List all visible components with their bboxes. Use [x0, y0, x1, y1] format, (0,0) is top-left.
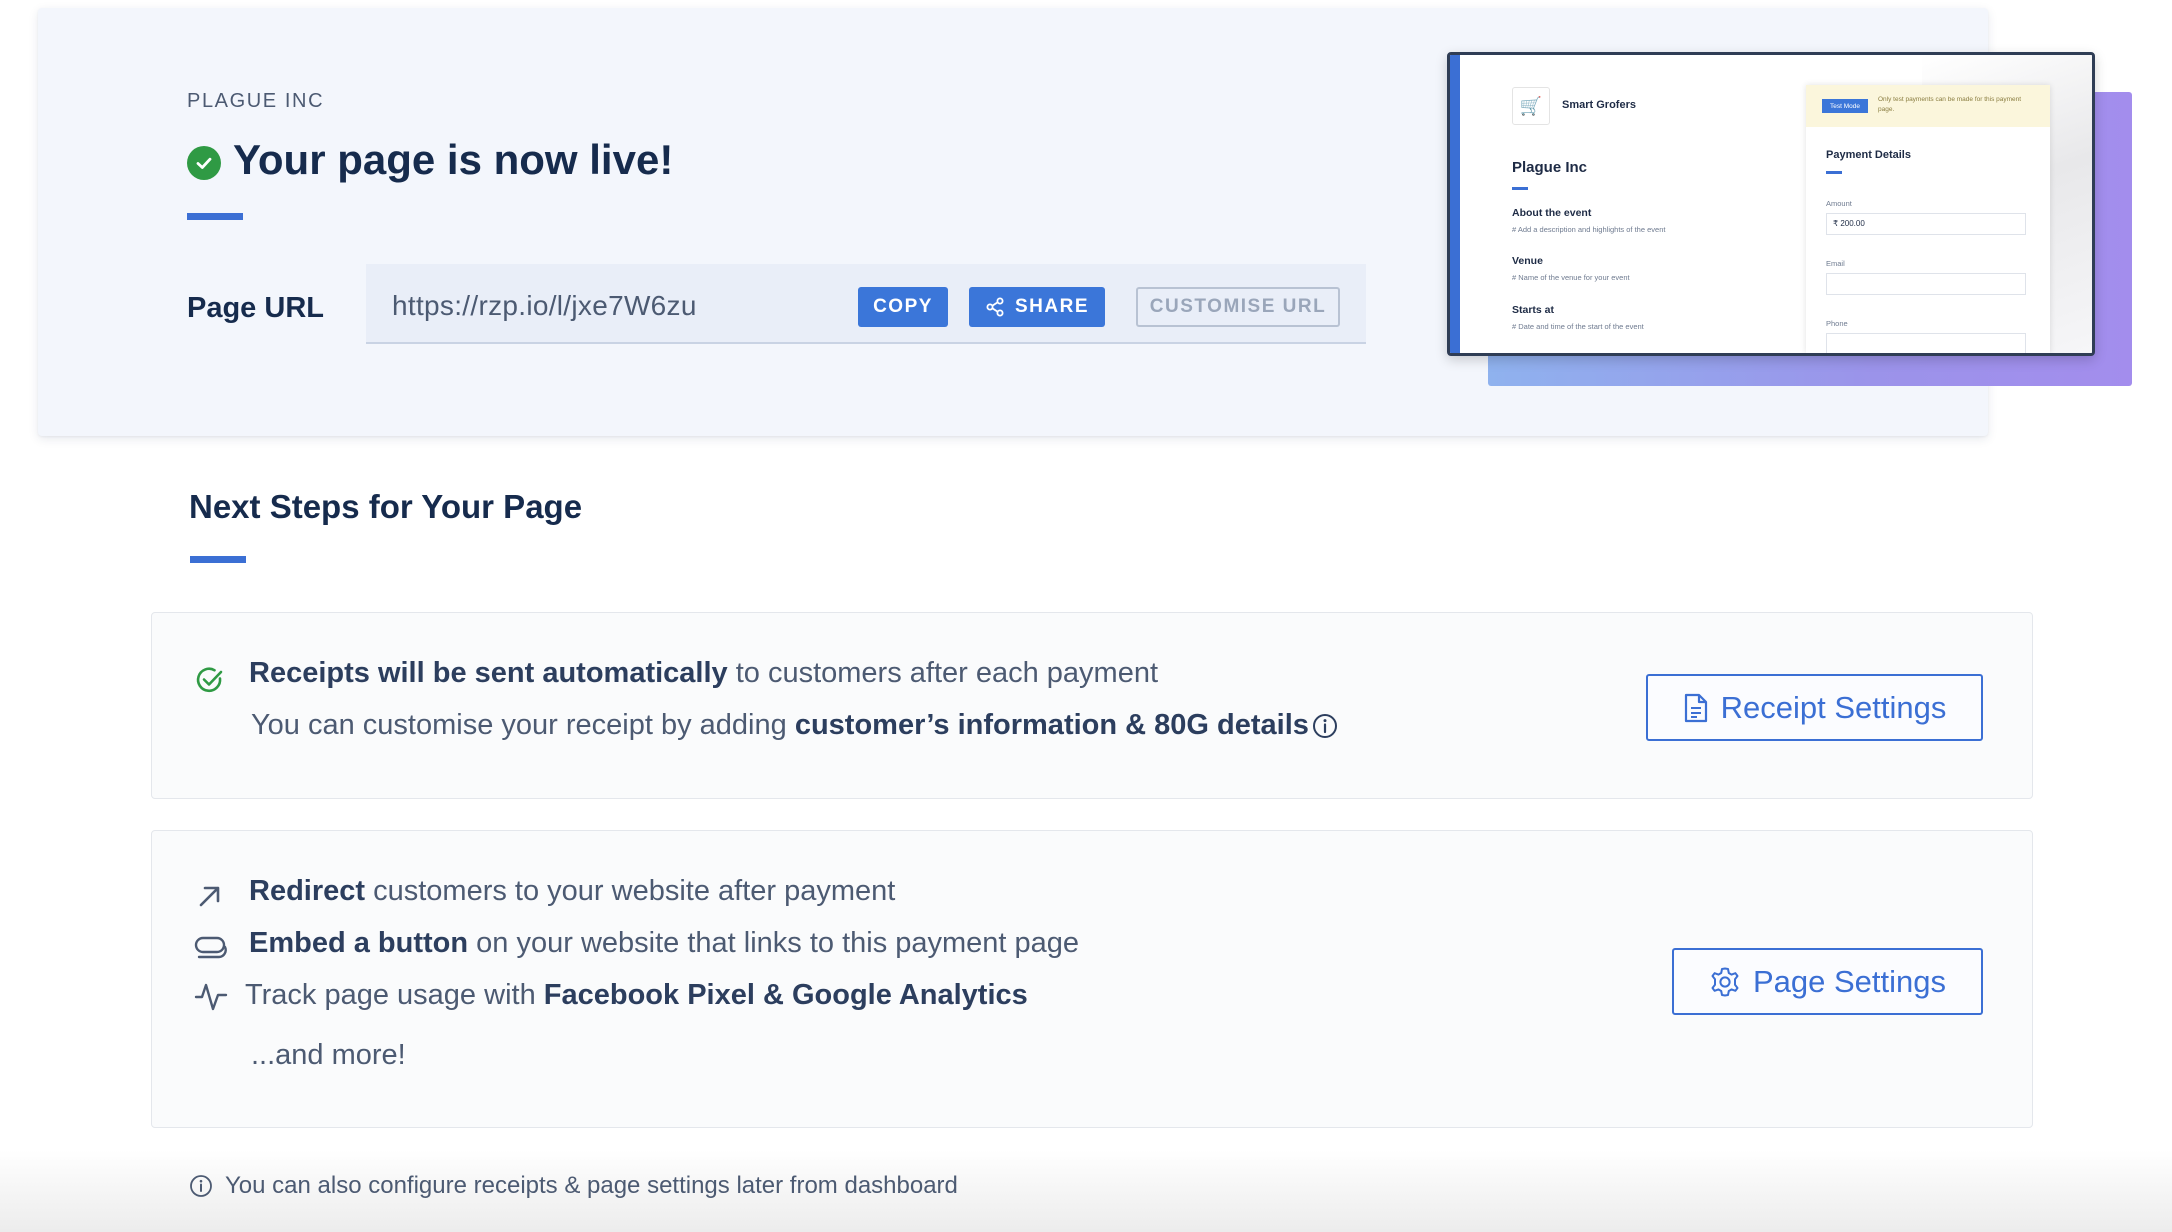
- next-steps-title: Next Steps for Your Page: [189, 488, 583, 525]
- preview-test-note: Test Mode Only test payments can be made…: [1806, 85, 2050, 127]
- share-button[interactable]: SHARE: [969, 287, 1105, 327]
- track-line: Track page usage with Facebook Pixel & G…: [245, 979, 1028, 1012]
- page-title: Your page is now live!: [233, 136, 674, 183]
- page-url-field: https://rzp.io/l/jxe7W6zu COPY SHARE CUS…: [366, 264, 1366, 344]
- test-mode-badge: Test Mode: [1822, 99, 1868, 113]
- more-text: ...and more!: [251, 1039, 406, 1071]
- receipts-text-2: You can customise your receipt by adding: [251, 709, 795, 741]
- track-text: Track page usage with: [245, 979, 544, 1011]
- preview-email-label: Email: [1826, 259, 1845, 268]
- arrow-up-right-icon: [199, 886, 220, 907]
- preview-payment-details-bar: [1826, 171, 1842, 174]
- next-steps-accent-bar: [190, 556, 246, 563]
- live-status: Your page is now live!: [187, 136, 673, 184]
- page-settings-label: Page Settings: [1752, 963, 1947, 999]
- check-circle-icon: [187, 146, 221, 180]
- payment-page-preview: 🛒 Smart Grofers Plague Inc About the eve…: [1447, 52, 2095, 356]
- customise-url-button[interactable]: CUSTOMISE URL: [1136, 287, 1340, 327]
- embed-bold: Embed a button: [249, 927, 469, 959]
- embed-text: on your website that links to this payme…: [468, 927, 1080, 959]
- title-accent-bar: [187, 213, 243, 220]
- preview-section-hint: # Date and time of the start of the even…: [1512, 322, 1644, 331]
- receipt-settings-label: Receipt Settings: [1720, 689, 1947, 725]
- preview-title-bar: [1512, 187, 1528, 190]
- preview-accent-strip: [1450, 55, 1460, 353]
- info-icon[interactable]: [1312, 713, 1338, 739]
- redirect-line: Redirect customers to your website after…: [249, 875, 895, 908]
- embed-line: Embed a button on your website that link…: [249, 927, 1079, 960]
- share-label: SHARE: [1014, 296, 1089, 317]
- receipts-text-1: to customers after each payment: [727, 657, 1159, 689]
- preview-section-heading: Venue: [1512, 255, 1543, 267]
- info-icon: [190, 1175, 212, 1197]
- preview-section-heading: Starts at: [1512, 304, 1555, 316]
- receipts-bold-1: Receipts will be sent automatically: [249, 657, 728, 689]
- document-icon: [1684, 693, 1707, 722]
- receipts-line-2: You can customise your receipt by adding…: [251, 709, 1338, 742]
- preview-payment-card: Test Mode Only test payments can be made…: [1806, 85, 2050, 353]
- embed-button-icon: [194, 936, 227, 959]
- receipts-bold-2: customer’s information & 80G details: [794, 709, 1309, 741]
- track-bold: Facebook Pixel & Google Analytics: [543, 979, 1028, 1011]
- redirect-bold: Redirect: [249, 875, 366, 907]
- check-circle-outline-icon: [196, 667, 223, 693]
- preview-payment-details-title: Payment Details: [1826, 149, 1911, 161]
- receipt-settings-button[interactable]: Receipt Settings: [1646, 674, 1983, 741]
- receipts-card: Receipts will be sent automatically to c…: [151, 612, 2033, 799]
- page-url-text[interactable]: https://rzp.io/l/jxe7W6zu: [392, 290, 697, 322]
- preview-phone-label: Phone: [1826, 319, 1848, 328]
- footer-note: You can also configure receipts & page s…: [189, 1172, 958, 1200]
- page-url-label: Page URL: [187, 292, 324, 324]
- preview-section-heading: About the event: [1512, 207, 1592, 219]
- preview-amount-label: Amount: [1826, 199, 1852, 208]
- preview-page-title: Plague Inc: [1512, 159, 1588, 176]
- preview-brand-name: Smart Grofers: [1562, 99, 1636, 111]
- cart-logo-icon: 🛒: [1512, 87, 1550, 125]
- activity-pulse-icon: [194, 983, 228, 1011]
- share-icon: [986, 297, 1004, 317]
- page-settings-button[interactable]: Page Settings: [1672, 948, 1983, 1015]
- page-settings-card: Redirect customers to your website after…: [151, 830, 2033, 1128]
- preview-section-hint: # Add a description and highlights of th…: [1512, 225, 1666, 234]
- merchant-name: PLAGUE INC: [187, 90, 325, 112]
- preview-section-hint: # Name of the venue for your event: [1512, 273, 1630, 282]
- preview-phone-field: [1826, 333, 2026, 353]
- copy-button[interactable]: COPY: [858, 287, 948, 327]
- redirect-text: customers to your website after payment: [365, 875, 896, 907]
- gear-icon: [1711, 967, 1739, 996]
- preview-amount-field: ₹ 200.00: [1826, 213, 2026, 235]
- test-mode-note: Only test payments can be made for this …: [1878, 96, 2022, 113]
- preview-email-field: [1826, 273, 2026, 295]
- receipts-line-1: Receipts will be sent automatically to c…: [249, 657, 1158, 690]
- footer-note-text: You can also configure receipts & page s…: [225, 1172, 958, 1199]
